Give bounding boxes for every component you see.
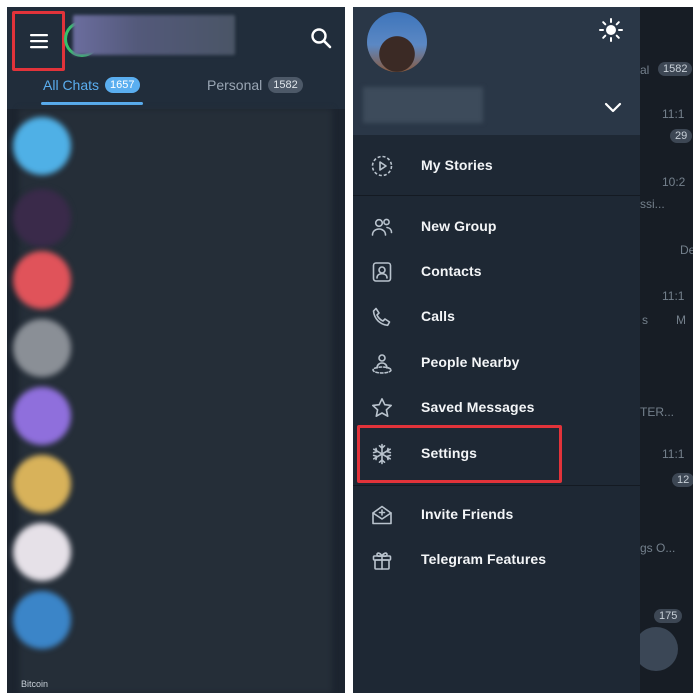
menu-item-saved-messages[interactable]: Saved Messages xyxy=(353,386,640,430)
bg-chat-badge: 175 xyxy=(654,609,683,623)
menu-item-label: Calls xyxy=(421,308,455,324)
theme-toggle-sun-icon[interactable] xyxy=(598,17,624,43)
bg-chat-text: 11:1 xyxy=(662,289,685,303)
stories-icon xyxy=(371,155,393,177)
people-nearby-icon xyxy=(372,354,392,374)
hamburger-menu-button[interactable] xyxy=(12,11,65,71)
settings-icon xyxy=(372,443,392,465)
bg-chat-text: 11:1 xyxy=(662,447,685,461)
chat-list-redacted xyxy=(7,109,345,693)
avatar[interactable] xyxy=(13,189,71,247)
menu-item-settings[interactable]: Settings xyxy=(353,432,640,476)
menu-item-label: My Stories xyxy=(421,157,493,173)
divider xyxy=(353,195,640,196)
contacts-icon xyxy=(372,262,392,282)
drawer-header xyxy=(353,7,640,135)
tab-label: All Chats xyxy=(43,77,100,93)
bg-chat-text: 11:1 xyxy=(662,107,685,121)
tab-label: Personal xyxy=(207,77,263,93)
avatar[interactable] xyxy=(13,455,71,513)
bg-chat-badge: 29 xyxy=(670,129,693,143)
background-chat-list: al 1582 11:1 29 10:2 ssi... De 11:1 s M … xyxy=(640,7,693,693)
menu-item-contacts[interactable]: Contacts xyxy=(353,250,640,294)
invite-friends-icon xyxy=(372,505,392,525)
chevron-down-icon[interactable] xyxy=(603,100,623,116)
bg-chat-badge: 1582 xyxy=(658,62,693,76)
menu-item-invite-friends[interactable]: Invite Friends xyxy=(353,493,640,537)
bg-chat-text: al xyxy=(640,63,650,77)
bg-chat-text: TER... xyxy=(640,405,675,419)
bg-chat-text: M xyxy=(676,313,686,327)
menu-item-label: New Group xyxy=(421,218,497,234)
menu-item-label: People Nearby xyxy=(421,354,520,370)
menu-item-label: Telegram Features xyxy=(421,551,547,567)
calls-icon xyxy=(372,307,391,327)
avatar[interactable] xyxy=(13,117,71,175)
menu-item-label: Contacts xyxy=(421,263,482,279)
menu-item-calls[interactable]: Calls xyxy=(353,295,640,339)
menu-item-my-stories[interactable]: My Stories xyxy=(353,144,640,188)
chat-list-screen: All Chats 1657 Personal 1582 Bitcoin xyxy=(7,7,345,693)
bg-chat-text: ssi... xyxy=(640,197,665,211)
app-header: All Chats 1657 Personal 1582 xyxy=(7,7,345,109)
hamburger-icon xyxy=(29,34,48,49)
bg-chat-text: De xyxy=(680,243,693,257)
compose-button[interactable] xyxy=(634,627,678,671)
avatar[interactable] xyxy=(13,251,71,309)
saved-messages-icon xyxy=(371,397,393,418)
menu-item-new-group[interactable]: New Group xyxy=(353,205,640,249)
bg-chat-text: s xyxy=(642,313,648,327)
partial-chat-label: Bitcoin xyxy=(21,679,49,689)
menu-item-label: Invite Friends xyxy=(421,506,514,522)
avatar[interactable] xyxy=(13,523,71,581)
tab-all-chats[interactable]: All Chats 1657 xyxy=(43,77,140,93)
telegram-features-icon xyxy=(372,552,392,570)
unread-count-badge: 1582 xyxy=(268,77,303,93)
menu-item-label: Saved Messages xyxy=(421,399,535,415)
avatar[interactable] xyxy=(13,387,71,445)
menu-item-people-nearby[interactable]: People Nearby xyxy=(353,341,640,385)
menu-item-label: Settings xyxy=(421,445,478,461)
profile-avatar[interactable] xyxy=(367,12,427,72)
drawer-screen: al 1582 11:1 29 10:2 ssi... De 11:1 s M … xyxy=(353,7,693,693)
unread-count-badge: 1657 xyxy=(105,77,140,93)
active-tab-indicator xyxy=(41,102,143,105)
avatar[interactable] xyxy=(13,319,71,377)
tab-personal[interactable]: Personal 1582 xyxy=(207,77,303,93)
profile-name-redacted xyxy=(363,87,483,123)
search-icon[interactable] xyxy=(308,25,334,51)
navigation-drawer: My Stories New Group Contacts Calls Peop… xyxy=(353,7,640,693)
new-group-icon xyxy=(371,218,393,236)
divider xyxy=(353,485,640,486)
menu-item-telegram-features[interactable]: Telegram Features xyxy=(353,538,640,582)
bg-chat-text: 10:2 xyxy=(662,175,686,189)
bg-chat-badge: 12 xyxy=(672,473,693,487)
account-name-redacted xyxy=(73,15,235,55)
avatar[interactable] xyxy=(13,591,71,649)
bg-chat-text: gs O... xyxy=(640,541,676,555)
chat-folder-tabs: All Chats 1657 Personal 1582 xyxy=(7,69,345,109)
